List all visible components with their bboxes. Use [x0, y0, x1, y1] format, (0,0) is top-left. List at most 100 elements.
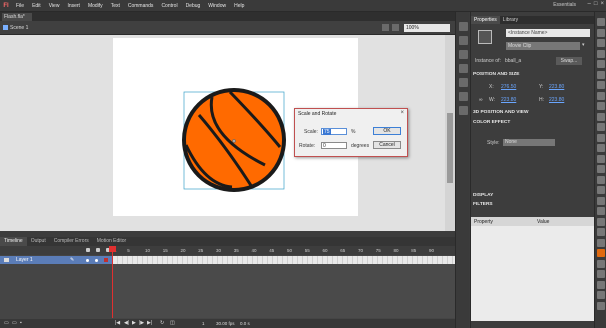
menu-help[interactable]: Help — [230, 3, 248, 9]
tab-library[interactable]: Library — [500, 16, 521, 24]
chevron-down-icon[interactable]: ▾ — [582, 42, 585, 48]
tool-icon-9[interactable] — [597, 102, 605, 110]
new-folder-icon[interactable]: ▭ — [12, 320, 17, 326]
symbol-type-select[interactable]: Movie Clip — [506, 42, 580, 50]
section-filters[interactable]: FILTERS — [473, 202, 493, 207]
tool-icon-17[interactable] — [597, 186, 605, 194]
menu-edit[interactable]: Edit — [28, 3, 45, 9]
layer-row[interactable]: Layer 1 ✎ — [0, 256, 113, 264]
y-value[interactable]: 223.80 — [549, 84, 564, 90]
tool-icon-11[interactable] — [597, 123, 605, 131]
document-tab[interactable]: Flash.fla* — [2, 13, 32, 21]
tool-icon-22[interactable] — [597, 238, 605, 247]
cancel-button[interactable]: Cancel — [373, 141, 401, 149]
menu-modify[interactable]: Modify — [84, 3, 107, 9]
maximize-button[interactable]: □ — [594, 1, 598, 7]
panel-icon-2[interactable] — [459, 36, 468, 45]
close-button[interactable]: × — [600, 1, 604, 7]
tab-output[interactable]: Output — [27, 237, 50, 246]
menu-control[interactable]: Control — [157, 3, 181, 9]
tool-icon-25[interactable] — [597, 270, 605, 278]
tool-icon-26[interactable] — [597, 280, 605, 289]
h-value[interactable]: 223.80 — [549, 97, 564, 103]
tool-icon-18[interactable] — [597, 196, 605, 205]
tool-icon-13[interactable] — [597, 144, 605, 152]
frames-empty-area[interactable] — [113, 264, 455, 318]
menu-debug[interactable]: Debug — [182, 3, 205, 9]
workspace-switcher[interactable]: Essentials — [553, 2, 576, 8]
visibility-dot-icon[interactable] — [86, 259, 89, 262]
link-icon[interactable]: ∞ — [479, 97, 483, 103]
tool-icon-15[interactable] — [597, 165, 605, 173]
last-frame-icon[interactable]: ▶| — [147, 320, 152, 326]
tool-icon-21[interactable] — [597, 228, 605, 236]
eye-icon[interactable] — [86, 248, 90, 252]
layer-name[interactable]: Layer 1 — [16, 257, 33, 263]
play-icon[interactable]: ▶ — [132, 320, 136, 326]
rotate-input[interactable]: 0 — [321, 142, 347, 149]
menu-text[interactable]: Text — [107, 3, 124, 9]
tool-icon-5[interactable] — [597, 60, 605, 68]
tool-icon-7[interactable] — [597, 81, 605, 89]
back-arrow-icon[interactable] — [3, 25, 8, 30]
menu-view[interactable]: View — [45, 3, 64, 9]
tool-icon-3[interactable] — [597, 39, 605, 47]
first-frame-icon[interactable]: |◀ — [115, 320, 120, 326]
style-select[interactable]: None — [503, 139, 555, 146]
menu-commands[interactable]: Commands — [124, 3, 158, 9]
filters-list[interactable] — [471, 226, 595, 321]
frame-rate[interactable]: 30.00 fps — [216, 321, 235, 326]
menu-insert[interactable]: Insert — [63, 3, 84, 9]
menu-file[interactable]: File — [12, 3, 28, 9]
scrollbar-thumb[interactable] — [447, 113, 453, 183]
section-position-size[interactable]: POSITION AND SIZE — [473, 72, 519, 77]
next-frame-icon[interactable]: |▶ — [139, 320, 144, 326]
dialog-close-icon[interactable]: × — [400, 110, 404, 116]
tab-properties[interactable]: Properties — [471, 16, 500, 24]
playhead[interactable] — [112, 246, 113, 318]
tool-icon-23[interactable] — [597, 249, 605, 257]
section-display[interactable]: DISPLAY — [473, 193, 493, 198]
frame-ruler[interactable]: 151015202530354045505560657075808590 — [113, 246, 455, 255]
tool-icon-14[interactable] — [597, 154, 605, 163]
panel-icon-4[interactable] — [459, 64, 468, 73]
tool-icon-4[interactable] — [597, 49, 605, 58]
tool-icon-27[interactable] — [597, 291, 605, 299]
stage-vertical-scrollbar[interactable] — [445, 35, 455, 231]
edit-scene-icon[interactable] — [382, 24, 389, 31]
tool-icon-19[interactable] — [597, 207, 605, 215]
panel-icon-3[interactable] — [459, 50, 468, 59]
delete-layer-icon[interactable]: ▪ — [20, 320, 22, 326]
swap-button[interactable]: Swap... — [556, 57, 582, 65]
section-3d-position[interactable]: 3D POSITION AND VIEW — [473, 110, 529, 115]
tool-icon-24[interactable] — [597, 259, 605, 268]
frames-row[interactable] — [113, 256, 455, 264]
tool-icon-8[interactable] — [597, 91, 605, 100]
x-value[interactable]: 276.50 — [501, 84, 516, 90]
tab-timeline[interactable]: Timeline — [0, 237, 27, 246]
prev-frame-icon[interactable]: ◀| — [124, 320, 129, 326]
lock-icon[interactable] — [96, 248, 100, 252]
tool-icon-1[interactable] — [597, 18, 605, 26]
tool-icon-10[interactable] — [597, 112, 605, 121]
w-value[interactable]: 223.80 — [501, 97, 516, 103]
minimize-button[interactable]: – — [588, 1, 591, 7]
scale-input[interactable]: 75 — [321, 128, 347, 135]
tab-compiler-errors[interactable]: Compiler Errors — [50, 237, 93, 246]
menu-window[interactable]: Window — [204, 3, 230, 9]
zoom-select[interactable]: 100% — [404, 24, 450, 32]
tool-icon-12[interactable] — [597, 133, 605, 142]
lock-dot-icon[interactable] — [95, 259, 98, 262]
tool-icon-20[interactable] — [597, 217, 605, 226]
panel-icon-7[interactable] — [459, 106, 468, 115]
instance-name-input[interactable]: <Instance Name> — [506, 29, 590, 37]
tool-icon-16[interactable] — [597, 175, 605, 184]
outline-color-icon[interactable] — [104, 258, 108, 262]
panel-icon-1[interactable] — [459, 22, 468, 31]
tab-motion-editor[interactable]: Motion Editor — [93, 237, 130, 246]
panel-icon-6[interactable] — [459, 92, 468, 101]
tool-icon-6[interactable] — [597, 70, 605, 79]
ok-button[interactable]: OK — [373, 127, 401, 135]
loop-icon[interactable]: ↻ — [160, 320, 164, 326]
panel-icon-5[interactable] — [459, 78, 468, 87]
